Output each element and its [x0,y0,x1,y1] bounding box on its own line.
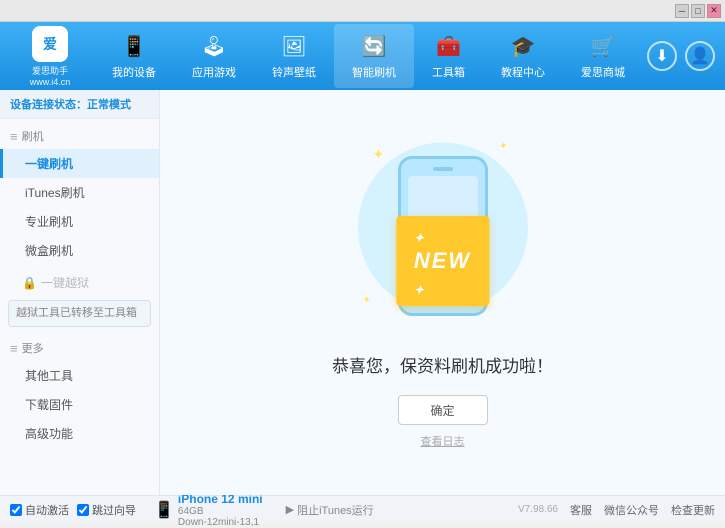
auto-activate-input[interactable] [10,504,22,516]
header-right: ⬇ 👤 [647,41,715,71]
sidebar-item-advanced[interactable]: 高级功能 [0,419,159,448]
main-content: ✦ ✦ ✦ NEW 恭喜您，保资料刷机成功啦！ 确定 查看日志 [160,90,725,495]
new-badge: NEW [396,216,489,306]
skip-wizard-checkbox[interactable]: 跳过向导 [77,502,136,518]
itunes-icon: ▶ [286,503,294,516]
download-button[interactable]: ⬇ [647,41,677,71]
nav-app-games[interactable]: 🕹 应用游戏 [174,24,254,88]
header: 爱 爱思助手 www.i4.cn 📱 我的设备 🕹 应用游戏 🖼 铃声壁纸 🔄 … [0,22,725,90]
flash-section-icon: ≡ [10,129,18,144]
nav-bar: 📱 我的设备 🕹 应用游戏 🖼 铃声壁纸 🔄 智能刷机 🧰 工具箱 🎓 教程中心… [90,24,647,88]
minimize-button[interactable]: ─ [675,4,689,18]
nav-store[interactable]: 🛒 爱思商城 [563,24,643,88]
logo-icon: 爱 [32,26,68,62]
logo-text: 爱思助手 www.i4.cn [30,64,71,87]
check-update-link[interactable]: 检查更新 [671,502,715,518]
sidebar-item-one-click-flash[interactable]: 一键刷机 [0,149,159,178]
success-message: 恭喜您，保资料刷机成功啦！ [332,352,553,377]
sparkle-2: ✦ [499,141,507,152]
itunes-status: ▶ 阻止iTunes运行 [286,502,374,518]
success-illustration: ✦ ✦ ✦ NEW [353,136,533,336]
toolbox-icon: 🧰 [435,32,463,60]
auto-activate-checkbox[interactable]: 自动激活 [10,502,69,518]
nav-wallpaper[interactable]: 🖼 铃声壁纸 [254,24,334,88]
user-button[interactable]: 👤 [685,41,715,71]
maximize-button[interactable]: □ [691,4,705,18]
connection-status: 设备连接状态：正常模式 [0,90,159,119]
footer-right: V7.98.66 客服 微信公众号 检查更新 [518,502,715,518]
sidebar-item-pro-flash[interactable]: 专业刷机 [0,207,159,236]
sidebar-item-download-firmware[interactable]: 下载固件 [0,390,159,419]
device-info: 📱 iPhone 12 mini 64GB Down-12mini-13,1 [154,492,263,528]
phone-notch [433,167,453,171]
close-button[interactable]: ✕ [707,4,721,18]
jailbreak-notice: 越狱工具已转移至工具箱 [8,300,151,327]
store-icon: 🛒 [589,32,617,60]
sidebar: 设备连接状态：正常模式 ≡ 刷机 一键刷机 iTunes刷机 专业刷机 微盒刷机 [0,90,160,495]
sidebar-section-more: ≡ 更多 其他工具 下载固件 高级功能 [0,335,159,448]
customer-service-link[interactable]: 客服 [570,502,592,518]
sparkle-3: ✦ [363,295,371,306]
section-more-header: ≡ 更多 [0,335,159,361]
section-flash-header: ≡ 刷机 [0,123,159,149]
device-storage: 64GB [178,506,263,517]
logo[interactable]: 爱 爱思助手 www.i4.cn [10,26,90,87]
wallpaper-icon: 🖼 [280,32,308,60]
phone-icon: 📱 [154,500,174,520]
nav-toolbox[interactable]: 🧰 工具箱 [414,24,483,88]
footer-left: 自动激活 跳过向导 📱 iPhone 12 mini 64GB Down-12m… [10,492,374,528]
sparkle-1: ✦ [373,146,385,163]
footer: 自动激活 跳过向导 📱 iPhone 12 mini 64GB Down-12m… [0,495,725,523]
wechat-link[interactable]: 微信公众号 [604,502,659,518]
app-icon: 🕹 [200,32,228,60]
more-section-icon: ≡ [10,341,18,356]
review-log-link[interactable]: 查看日志 [421,433,465,449]
nav-smart-flash[interactable]: 🔄 智能刷机 [334,24,414,88]
lock-icon: 🔒 [22,276,37,290]
device-icon: 📱 [120,32,148,60]
confirm-button[interactable]: 确定 [398,395,488,425]
sidebar-section-jailbreak: 🔒 一键越狱 越狱工具已转移至工具箱 [0,269,159,331]
skip-wizard-input[interactable] [77,504,89,516]
device-version: Down-12mini-13,1 [178,517,263,528]
flash-icon: 🔄 [360,32,388,60]
main-area: 设备连接状态：正常模式 ≡ 刷机 一键刷机 iTunes刷机 专业刷机 微盒刷机 [0,90,725,495]
tutorial-icon: 🎓 [509,32,537,60]
nav-my-device[interactable]: 📱 我的设备 [94,24,174,88]
sidebar-item-other-tools[interactable]: 其他工具 [0,361,159,390]
title-bar: ─ □ ✕ [0,0,725,22]
jailbreak-disabled-header: 🔒 一键越狱 [0,269,159,296]
sidebar-item-itunes-flash[interactable]: iTunes刷机 [0,178,159,207]
window-controls: ─ □ ✕ [675,4,721,18]
sidebar-item-save-flash[interactable]: 微盒刷机 [0,236,159,265]
version-label: V7.98.66 [518,504,558,515]
sidebar-section-flash: ≡ 刷机 一键刷机 iTunes刷机 专业刷机 微盒刷机 [0,123,159,265]
nav-tutorial[interactable]: 🎓 教程中心 [483,24,563,88]
